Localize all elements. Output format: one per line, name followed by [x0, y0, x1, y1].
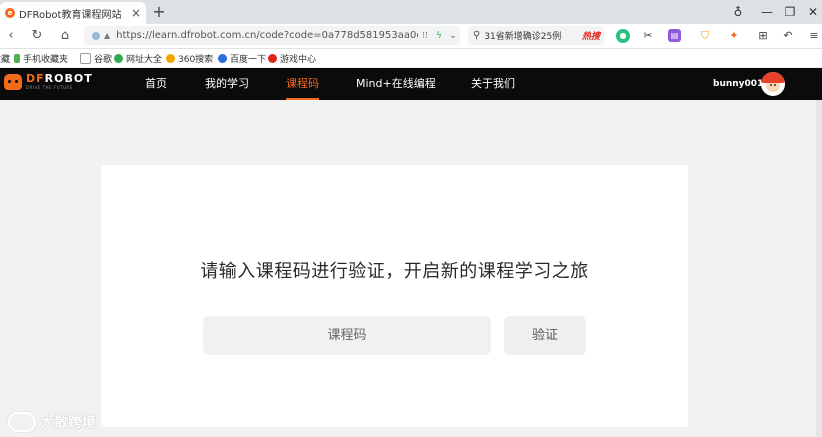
watermark-logo-icon: [8, 412, 36, 432]
home-icon[interactable]: ⌂: [56, 27, 74, 45]
avatar-eye: [774, 84, 776, 86]
bookmark-item[interactable]: 谷歌: [80, 52, 112, 65]
watermark-text: 大散跨境: [40, 415, 96, 431]
nav-course-code[interactable]: 课程码: [286, 68, 319, 100]
refresh-icon[interactable]: ↻: [28, 27, 46, 45]
nav-mind-plus[interactable]: Mind+在线编程: [356, 68, 436, 100]
new-tab-icon[interactable]: +: [150, 3, 168, 21]
page-scrollbar[interactable]: [816, 100, 822, 437]
game-icon: [268, 54, 277, 63]
shield-icon[interactable]: ⛉: [697, 28, 713, 44]
security-icon: [92, 31, 100, 40]
bookmark-item[interactable]: 百度一下: [218, 52, 266, 65]
shirt-skin-icon[interactable]: ♁: [728, 3, 748, 21]
course-code-input[interactable]: [203, 316, 491, 355]
bookmark-label: 百度一下: [230, 55, 267, 65]
nav-about-us[interactable]: 关于我们: [471, 68, 515, 100]
watermark: 大散跨境: [8, 412, 96, 432]
bookmarks-bar: 收藏 手机收藏夹 谷歌 网址大全 360搜索 百度一下 游戏中心: [0, 49, 822, 67]
bookmark-label: 360搜索: [178, 55, 214, 65]
close-window-icon[interactable]: ✕: [803, 3, 822, 21]
back-icon[interactable]: ‹: [2, 27, 20, 45]
bookmark-label: 收藏: [0, 55, 11, 65]
search-icon: ⚲: [473, 30, 481, 41]
fox-extension-icon[interactable]: ✦: [726, 28, 742, 44]
address-bar[interactable]: ▲ https://learn.dfrobot.com.cn/code?code…: [84, 26, 460, 45]
avatar[interactable]: [761, 72, 785, 96]
menu-icon[interactable]: ≡: [806, 28, 822, 44]
bookmark-label: 手机收藏夹: [23, 55, 69, 65]
hot-search-badge[interactable]: 热搜: [582, 29, 600, 42]
bookmark-item[interactable]: 收藏: [0, 52, 10, 65]
360-icon: [166, 54, 175, 63]
apps-grid-icon[interactable]: ⊞: [755, 28, 771, 44]
bookmark-label: 游戏中心: [280, 55, 317, 65]
undo-icon[interactable]: ↶: [780, 28, 796, 44]
search-suggestion[interactable]: 31省新增确诊25例: [484, 29, 582, 42]
course-code-card: 请输入课程码进行验证，开启新的课程学习之旅 验证: [101, 165, 688, 427]
chevron-down-icon[interactable]: ⌄: [446, 31, 460, 41]
username[interactable]: bunny001: [713, 68, 763, 100]
scissors-icon[interactable]: ✂: [640, 28, 656, 44]
site-favicon-icon: e: [5, 8, 15, 18]
green-extension-icon[interactable]: ●: [616, 29, 630, 43]
verify-button[interactable]: 验证: [504, 316, 586, 355]
dfrobot-logo[interactable]: DFROBOT DRIVE THE FUTURE: [4, 73, 93, 90]
tab-title: DFRobot教育课程网站: [19, 9, 122, 21]
bookmark-label: 网址大全: [126, 55, 163, 65]
site-header: DFROBOT DRIVE THE FUTURE 首页 我的学习 课程码 Min…: [0, 68, 822, 100]
avatar-eye: [770, 84, 772, 86]
robot-logo-icon: [4, 73, 22, 90]
bookmark-item[interactable]: 游戏中心: [268, 52, 316, 65]
site-info-icon[interactable]: ▲: [104, 31, 110, 40]
restore-icon[interactable]: ❐: [780, 3, 800, 21]
nav-my-learning[interactable]: 我的学习: [205, 68, 249, 100]
close-tab-icon[interactable]: ×: [130, 6, 142, 20]
search-box[interactable]: ⚲ 31省新增确诊25例 热搜: [468, 26, 604, 45]
minimize-icon[interactable]: —: [757, 3, 777, 21]
baidu-paw-icon: [218, 54, 227, 63]
browser-tab[interactable]: e DFRobot教育课程网站 ×: [0, 2, 146, 24]
browser-tab-bar: e DFRobot教育课程网站 × + ♁ — ❐ ✕: [0, 0, 822, 24]
globe-icon: [114, 54, 123, 63]
url-text[interactable]: https://learn.dfrobot.com.cn/code?code=0…: [116, 30, 418, 41]
brand-slogan: DRIVE THE FUTURE: [26, 85, 73, 90]
brand-name: DFROBOT: [26, 72, 93, 85]
browser-toolbar: ‹ ↻ ⌂ ▲ https://learn.dfrobot.com.cn/cod…: [0, 24, 822, 49]
nav-home[interactable]: 首页: [145, 68, 167, 100]
bolt-icon[interactable]: ϟ: [432, 31, 446, 41]
bookmark-item[interactable]: 网址大全: [114, 52, 162, 65]
grid-icon[interactable]: ⁝⁝: [418, 31, 432, 41]
bookmark-item[interactable]: 手机收藏夹: [14, 52, 68, 65]
bookmark-label: 谷歌: [94, 55, 113, 65]
page-title: 请输入课程码进行验证，开启新的课程学习之旅: [200, 261, 589, 282]
active-nav-indicator: [286, 98, 319, 100]
page-icon: [80, 53, 91, 64]
avatar-hair: [761, 72, 785, 83]
bookmark-item[interactable]: 360搜索: [166, 52, 213, 65]
phone-icon: [14, 54, 20, 63]
purple-extension-icon[interactable]: ▤: [668, 29, 681, 42]
